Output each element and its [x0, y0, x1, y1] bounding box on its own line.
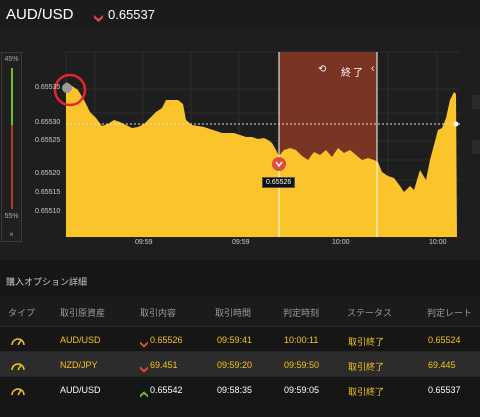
judge-cell: 10:00:11: [284, 335, 319, 345]
column-header: 判定レート: [427, 308, 473, 318]
end-label: 終了: [341, 68, 365, 79]
table-row[interactable]: AUD/USD 0.65526 09:59:41 10:00:11 取引終了 0…: [0, 326, 480, 351]
table-row[interactable]: AUD/USD 0.65542 09:58:35 09:59:05 取引終了 0…: [0, 376, 480, 401]
judge-rate-cell: 69.445: [428, 360, 456, 370]
column-header: 取引時間: [215, 308, 252, 318]
status-cell: 取引終了: [348, 387, 385, 397]
status-cell: 取引終了: [348, 362, 385, 372]
y-label: 0.65535: [35, 84, 61, 91]
x-label: 09:59: [135, 239, 153, 246]
time-cell: 09:59:41: [217, 335, 253, 345]
details-table: タイプ 取引原資産 取引内容 取引時間 判定時刻 ステータス 判定レート AUD…: [0, 296, 480, 401]
judge-cell: 09:59:50: [284, 360, 320, 370]
judge-rate-cell: 0.65537: [428, 385, 461, 395]
x-label: 10:00: [332, 239, 350, 246]
y-label: 0.65520: [35, 170, 61, 177]
column-header: 判定時刻: [283, 308, 320, 318]
time-cell: 09:58:35: [217, 385, 253, 395]
status-cell: 取引終了: [348, 337, 385, 347]
rate-cell: 69.451: [150, 360, 178, 370]
y-label: 0.65525: [35, 137, 61, 144]
asset-cell: AUD/USD: [60, 335, 101, 345]
put-button[interactable]: [472, 140, 480, 154]
rate-cell: 0.65542: [150, 385, 183, 395]
price-chart: [53, 51, 480, 238]
table-row[interactable]: NZD/JPY 69.451 09:59:20 09:59:50 取引終了 69…: [0, 351, 480, 376]
judge-rate-cell: 0.65524: [428, 335, 461, 345]
x-label: 10:00: [429, 239, 447, 246]
section-title: 購入オプション詳細: [6, 277, 88, 287]
history-icon: ⟲: [318, 64, 327, 75]
y-label: 0.65530: [35, 119, 61, 126]
rate-cell: 0.65526: [150, 335, 183, 345]
column-header: タイプ: [8, 308, 36, 318]
call-button[interactable]: [472, 95, 480, 109]
trade-marker-icon: [272, 157, 286, 171]
table-header: タイプ 取引原資産 取引内容 取引時間 判定時刻 ステータス 判定レート: [0, 296, 480, 326]
column-header: ステータス: [347, 308, 393, 318]
marker-price-tag: 0.65526: [262, 177, 296, 188]
end-close-icon[interactable]: ‹: [371, 63, 374, 74]
column-header: 取引原資産: [60, 308, 106, 318]
asset-cell: NZD/JPY: [60, 360, 98, 370]
asset-cell: AUD/USD: [60, 385, 101, 395]
y-label: 0.65515: [35, 189, 61, 196]
up-arrow-icon: [140, 385, 148, 403]
x-label: 09:59: [232, 239, 250, 246]
y-label: 0.65510: [35, 208, 61, 215]
gauge-icon: [11, 383, 25, 401]
time-cell: 09:59:20: [217, 360, 253, 370]
gauge-icon: [11, 333, 25, 351]
column-header: 取引内容: [140, 308, 177, 318]
judge-cell: 09:59:05: [284, 385, 320, 395]
gauge-icon: [11, 358, 25, 376]
